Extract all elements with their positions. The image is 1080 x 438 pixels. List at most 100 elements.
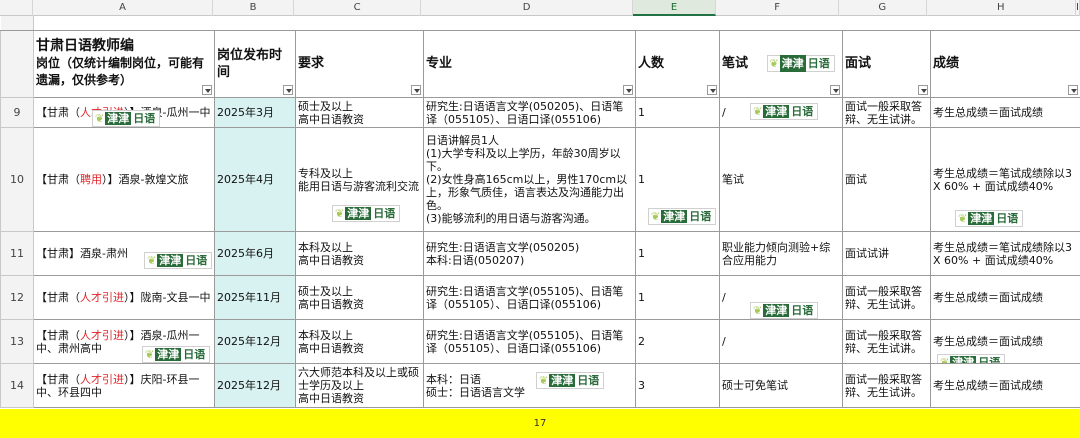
requirement-cell[interactable]: 硕士及以上 高中日语教资	[295, 97, 424, 128]
written-exam-cell[interactable]: /	[719, 319, 843, 364]
column-header-e[interactable]: E	[632, 0, 717, 16]
date-cell-text: 2025年12月	[217, 379, 281, 392]
count-cell[interactable]: 2	[635, 319, 720, 364]
header-title-cell[interactable]: 甘肃日语教师编 岗位（仅统计编制岗位，可能有遗漏，仅供参考）	[33, 29, 215, 98]
footer-number: 17	[533, 418, 547, 429]
written-exam-cell[interactable]: / ❦ 津津 日语	[719, 275, 843, 320]
header-req-cell[interactable]: 要求	[295, 29, 424, 98]
brand-logo: ❦ 津津 日语	[648, 208, 717, 225]
count-cell[interactable]: 1	[635, 275, 720, 320]
row-number-header[interactable]	[0, 29, 34, 98]
filter-dropdown-icon[interactable]	[283, 84, 293, 95]
requirement-cell[interactable]: 硕士及以上 高中日语教资	[295, 275, 424, 320]
header-interview: 面试	[845, 56, 872, 71]
written-exam-cell[interactable]: 硕士可免笔试	[719, 363, 843, 408]
brand-logo: ❦ 津津 日语	[750, 103, 819, 120]
interview-cell[interactable]: 面试一般采取答辩、无生试讲。	[842, 363, 931, 408]
column-header-h[interactable]: H	[927, 0, 1077, 16]
score-cell[interactable]: 考生总成绩＝面试成绩	[930, 97, 1080, 128]
major-cell[interactable]: 日语讲解员1人 (1)大学专科及以上学历，年龄30周岁以下。 (2)女性身高16…	[423, 127, 636, 232]
written-exam-cell-text: /	[722, 335, 726, 348]
written-exam-cell[interactable]: / ❦ 津津 日语	[719, 97, 843, 128]
major-cell[interactable]: 研究生:日语语言文学(050205)、日语笔译（055105）、日语口译(055…	[423, 97, 636, 128]
score-cell[interactable]: 考生总成绩＝笔试成绩除以3 X 60% + 面试成绩40%	[930, 231, 1080, 276]
header-interview-cell[interactable]: 面试	[842, 29, 931, 98]
interview-cell-text: 面试试讲	[845, 247, 889, 260]
header-written-cell[interactable]: 笔试 ❦ 津津 日语	[719, 29, 843, 98]
header-subtitle: 岗位（仅统计编制岗位，可能有遗漏，仅供参考）	[36, 56, 205, 87]
column-header-bar: A BCDEFGHI	[0, 0, 1080, 16]
date-cell[interactable]: 2025年11月	[214, 275, 296, 320]
position-cell[interactable]: 【甘肃（人才引进）】陇南-文县一中	[33, 275, 215, 320]
position-cell[interactable]: 【甘肃】酒泉-肃州 ❦ 津津 日语	[33, 231, 215, 276]
requirement-cell[interactable]: 专科及以上 能用日语与游客流利交流 ❦ 津津 日语	[295, 127, 424, 232]
header-score-cell[interactable]: 成绩	[930, 29, 1080, 98]
score-cell[interactable]: 考生总成绩＝面试成绩	[930, 275, 1080, 320]
score-cell[interactable]: 考生总成绩＝笔试成绩除以3 X 60% + 面试成绩40% ❦ 津津 日语	[930, 127, 1080, 232]
header-count-cell[interactable]: 人数	[635, 29, 720, 98]
filter-dropdown-icon[interactable]	[411, 84, 421, 95]
interview-cell[interactable]: 面试一般采取答辩、无生试讲。	[842, 97, 931, 128]
row-number[interactable]: 10	[0, 127, 34, 232]
interview-cell[interactable]: 面试	[842, 127, 931, 232]
count-cell-text: 1	[638, 106, 645, 119]
count-cell[interactable]: 1	[635, 97, 720, 128]
row-number[interactable]: 9	[0, 97, 34, 128]
written-exam-cell-text: 职业能力倾向测验+综合应用能力	[722, 240, 831, 267]
score-cell[interactable]: 考生总成绩＝面试成绩 ❦ 津津 日语	[930, 319, 1080, 364]
select-all-corner[interactable]	[0, 0, 33, 16]
requirement-cell[interactable]: 本科及以上 高中日语教资	[295, 231, 424, 276]
requirement-cell[interactable]: 本科及以上 高中日语教资	[295, 319, 424, 364]
column-header-a[interactable]: A	[33, 0, 214, 16]
column-header-g[interactable]: G	[839, 0, 927, 16]
filter-dropdown-icon[interactable]	[1068, 84, 1078, 95]
column-header-i[interactable]: I	[1076, 0, 1080, 16]
interview-cell[interactable]: 面试一般采取答辩、无生试讲。	[842, 275, 931, 320]
date-cell[interactable]: 2025年12月	[214, 363, 296, 408]
row-number[interactable]: 13	[0, 319, 34, 364]
column-header-d[interactable]: D	[421, 0, 633, 16]
position-cell[interactable]: 【甘肃（聘用）】酒泉-敦煌文旅	[33, 127, 215, 232]
row-number[interactable]: 11	[0, 231, 34, 276]
position-cell[interactable]: 【甘肃（人才引进）】庆阳-环县一中、环县四中	[33, 363, 215, 408]
major-cell[interactable]: 研究生:日语语言文学(050205) 本科:日语(050207)	[423, 231, 636, 276]
row-number[interactable]: 14	[0, 363, 34, 408]
interview-cell-text: 面试一般采取答辩、无生试讲。	[845, 328, 922, 355]
position-cell[interactable]: 【甘肃（人才引进）】酒泉-瓜州一中❦津津日语	[33, 97, 215, 128]
count-cell[interactable]: 1	[635, 231, 720, 276]
column-header-c[interactable]: C	[294, 0, 422, 16]
written-exam-cell[interactable]: 职业能力倾向测验+综合应用能力	[719, 231, 843, 276]
filter-dropdown-icon[interactable]	[918, 84, 928, 95]
header-major: 专业	[426, 56, 453, 71]
filter-dropdown-icon[interactable]	[623, 84, 633, 95]
major-cell[interactable]: 研究生:日语语言文学(055105)、日语笔译（055105）、日语口译(055…	[423, 319, 636, 364]
date-cell-text: 2025年6月	[217, 247, 274, 260]
header-major-cell[interactable]: 专业	[423, 29, 636, 98]
position-prefix: 【甘肃（	[36, 106, 80, 119]
row-number-blank[interactable]	[0, 16, 34, 31]
filter-dropdown-icon[interactable]	[830, 84, 840, 95]
date-cell[interactable]: 2025年12月	[214, 319, 296, 364]
date-cell[interactable]: 2025年3月	[214, 97, 296, 128]
count-cell[interactable]: 1 ❦ 津津 日语	[635, 127, 720, 232]
score-cell[interactable]: 考生总成绩＝面试成绩	[930, 363, 1080, 408]
count-cell-text: 3	[638, 379, 645, 392]
date-cell[interactable]: 2025年6月	[214, 231, 296, 276]
filter-dropdown-icon[interactable]	[202, 84, 212, 95]
major-cell[interactable]: 本科：日语 硕士：日语语言文学 ❦ 津津 日语	[423, 363, 636, 408]
column-header-b[interactable]: B	[213, 0, 294, 16]
written-exam-cell[interactable]: 笔试	[719, 127, 843, 232]
column-header-f[interactable]: F	[716, 0, 839, 16]
date-cell[interactable]: 2025年4月	[214, 127, 296, 232]
row-number[interactable]: 12	[0, 275, 34, 320]
interview-cell[interactable]: 面试试讲	[842, 231, 931, 276]
major-cell[interactable]: 研究生:日语语言文学(055105)、日语笔译（055105）、日语口译(055…	[423, 275, 636, 320]
requirement-cell[interactable]: 六大师范本科及以上或硕士学历及以上 高中日语教资	[295, 363, 424, 408]
interview-cell[interactable]: 面试一般采取答辩、无生试讲。	[842, 319, 931, 364]
position-cell[interactable]: 【甘肃（人才引进）】酒泉-瓜州一中、肃州高中 ❦ 津津 日语	[33, 319, 215, 364]
count-cell[interactable]: 3	[635, 363, 720, 408]
score-cell-text: 考生总成绩＝面试成绩	[933, 291, 1043, 304]
filter-dropdown-icon[interactable]	[707, 84, 717, 95]
brand-logo: ❦ 津津 日语	[92, 110, 161, 127]
header-date-cell[interactable]: 岗位发布时间	[214, 29, 296, 98]
